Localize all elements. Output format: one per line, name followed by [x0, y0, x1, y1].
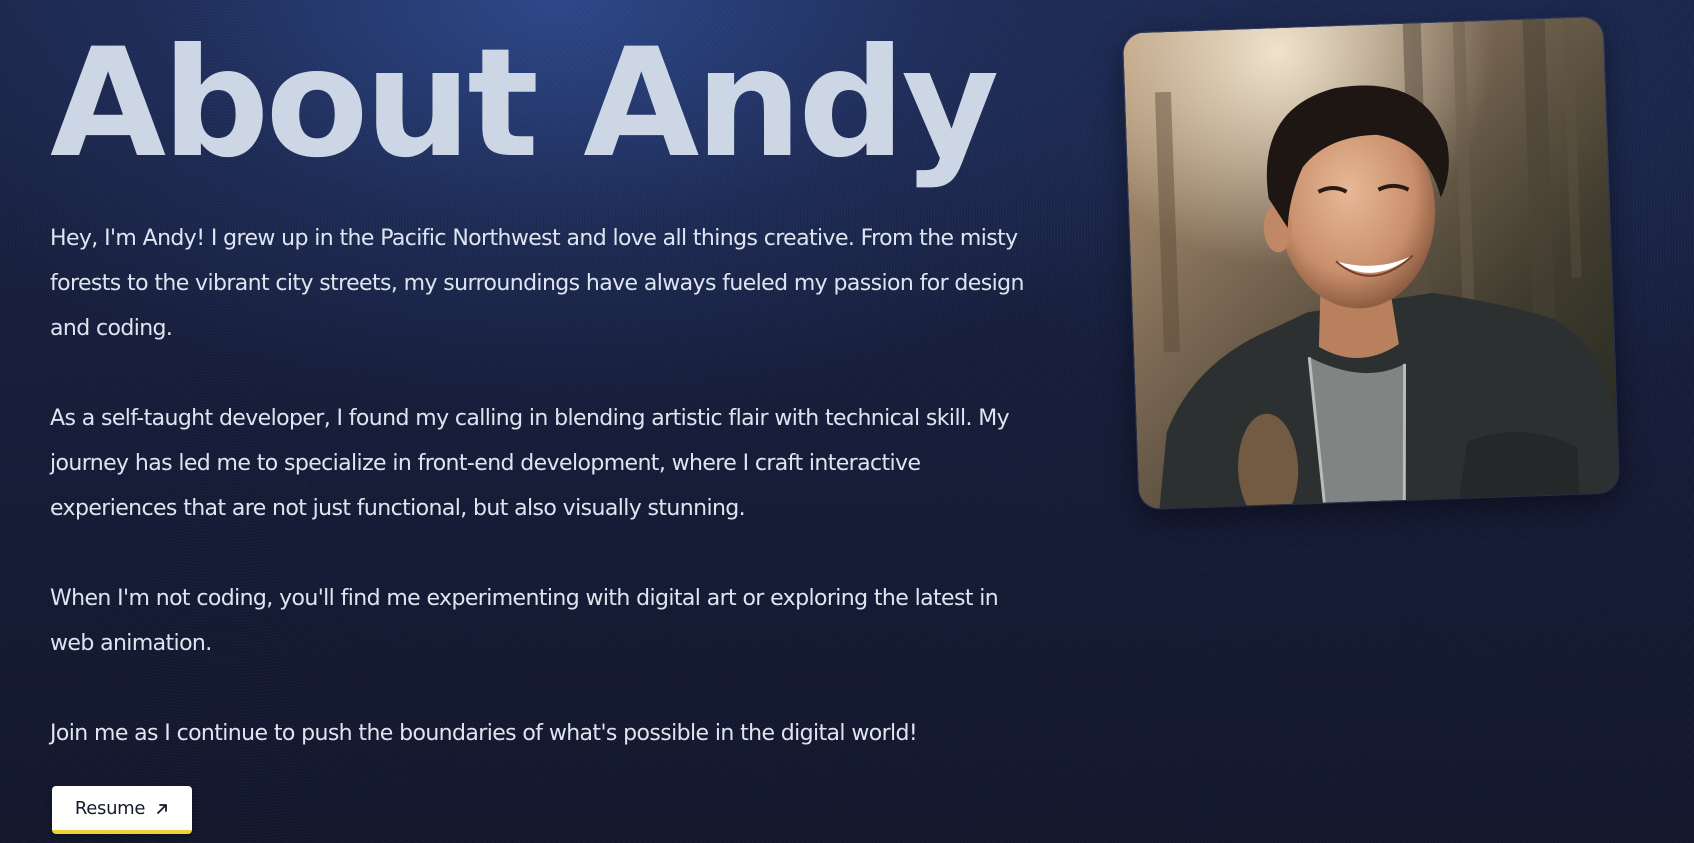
page-title: About Andy [50, 17, 999, 191]
resume-button-label: Resume [74, 797, 146, 819]
bio-paragraph-2: As a self-taught developer, I found my c… [50, 406, 1010, 521]
bio-paragraph-3: When I'm not coding, you'll find me expe… [50, 586, 999, 656]
portrait-photo [1121, 15, 1621, 511]
resume-button[interactable]: Resume [52, 786, 192, 834]
bio-paragraph-4: Join me as I continue to push the bounda… [50, 721, 918, 746]
arrow-up-right-icon [155, 801, 169, 815]
bio-paragraph-1: Hey, I'm Andy! I grew up in the Pacific … [50, 226, 1024, 341]
bio-section: Hey, I'm Andy! I grew up in the Pacific … [50, 216, 1030, 801]
